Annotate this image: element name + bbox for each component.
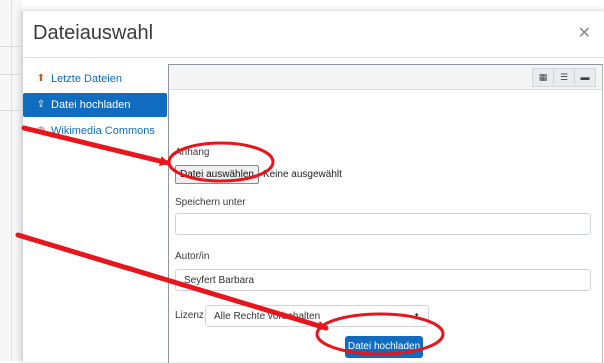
save-as-input[interactable] <box>175 213 591 235</box>
dialog-header: Dateiauswahl ✕ <box>23 11 604 58</box>
dialog-title: Dateiauswahl <box>33 22 154 44</box>
file-input-row: Datei auswählen Keine ausgewählt <box>175 165 342 184</box>
background-rule <box>0 74 20 75</box>
nav-item-label: Letzte Dateien <box>51 73 122 85</box>
list-view-icon[interactable]: ☰ <box>554 68 575 87</box>
background-rule <box>0 110 20 111</box>
author-input[interactable]: Seyfert Barbara <box>175 269 591 291</box>
background-divider <box>11 0 12 361</box>
view-switcher: ▦ ☰ ▬ <box>532 68 596 87</box>
author-label: Autor/in <box>175 251 210 262</box>
chevron-updown-icon: ⬍ <box>413 312 420 321</box>
upload-panel: ▦ ☰ ▬ Anhang Datei auswählen Keine ausge… <box>168 64 603 363</box>
close-icon[interactable]: ✕ <box>578 23 591 43</box>
panel-toolbar: ▦ ☰ ▬ <box>169 65 602 90</box>
license-label: Lizenz <box>175 310 204 321</box>
folder-view-icon[interactable]: ▬ <box>575 68 596 87</box>
nav-item-label: Wikimedia Commons <box>51 125 155 137</box>
attachment-label: Anhang <box>175 147 210 158</box>
upload-icon: ⇪ <box>36 99 46 110</box>
background-rule <box>0 46 20 47</box>
nav-item-upload[interactable]: ⇪ Datei hochladen <box>23 93 167 117</box>
background-page <box>0 0 22 361</box>
save-as-label: Speichern unter <box>175 197 246 208</box>
file-picker-dialog: Dateiauswahl ✕ ⬆ Letzte Dateien ⇪ Datei … <box>22 10 604 363</box>
repository-nav: ⬆ Letzte Dateien ⇪ Datei hochladen ◍ Wik… <box>23 67 167 145</box>
upload-button[interactable]: Datei hochladen <box>345 336 423 358</box>
license-value: Alle Rechte vorbehalten <box>214 311 321 322</box>
wikimedia-icon: ◍ <box>36 125 46 136</box>
recent-files-icon: ⬆ <box>36 73 46 84</box>
nav-item-recent-files[interactable]: ⬆ Letzte Dateien <box>23 67 167 91</box>
nav-item-label: Datei hochladen <box>51 99 131 111</box>
license-select[interactable]: Alle Rechte vorbehalten ⬍ <box>205 305 429 327</box>
file-status: Keine ausgewählt <box>262 169 342 180</box>
grid-view-icon[interactable]: ▦ <box>532 68 554 87</box>
nav-item-wikimedia[interactable]: ◍ Wikimedia Commons <box>23 119 167 143</box>
choose-file-button[interactable]: Datei auswählen <box>175 165 259 184</box>
